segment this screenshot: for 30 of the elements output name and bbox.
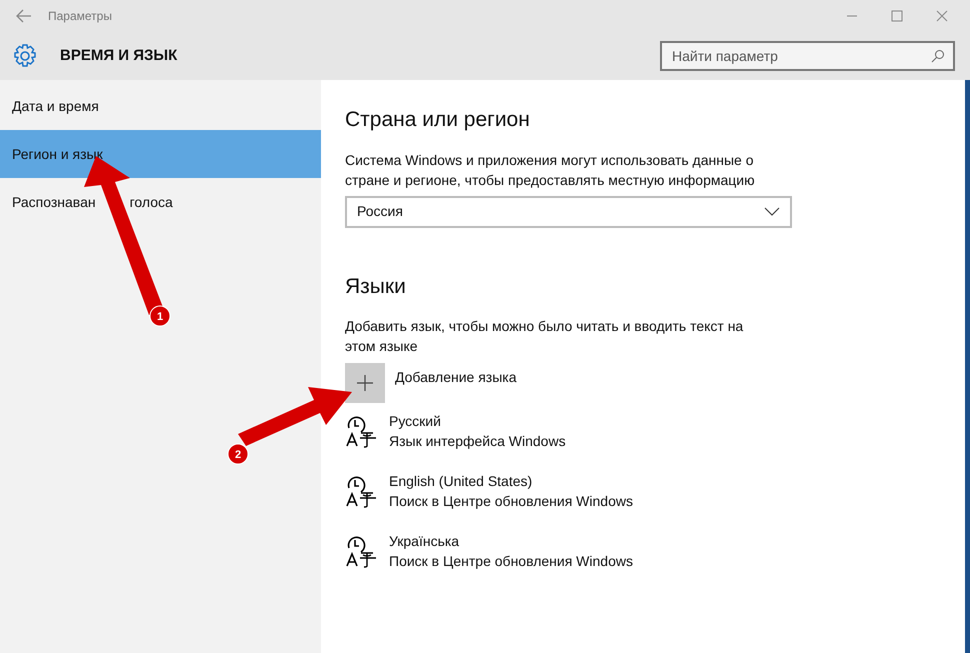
plus-icon: [357, 375, 373, 391]
section-description: Добавить язык, чтобы можно было читать и вводить текст на этом языке: [345, 317, 744, 356]
country-dropdown[interactable]: Россия: [345, 196, 792, 228]
language-icon: [345, 414, 379, 448]
language-icon: [345, 534, 379, 568]
language-icon: [345, 474, 379, 508]
sidebar-item[interactable]: Распознаван голоса: [0, 178, 321, 226]
language-name: English (United States): [389, 472, 534, 491]
search-field[interactable]: Найти параметр: [660, 41, 955, 71]
add-language-label[interactable]: Добавление языка: [395, 367, 516, 388]
section-title: Языки: [345, 274, 407, 300]
window-title: Параметры: [48, 8, 112, 25]
language-item[interactable]: English (United States) Поиск в Центре обновления Windows: [345, 471, 965, 511]
sidebar-item[interactable]: Дата и время: [0, 82, 321, 130]
search-icon[interactable]: [931, 49, 945, 63]
language-name: Русский: [389, 412, 442, 431]
section-title: Страна или регион: [345, 107, 531, 133]
language-status: Поиск в Центре обновления Windows: [389, 552, 633, 571]
language-name: Українська: [389, 532, 460, 551]
language-item[interactable]: Українська Поиск в Центре обновления Windows: [345, 531, 965, 571]
section-description: Система Windows и приложения могут использовать данные о стране и регионе, чтобы предоставлять местную информацию: [345, 150, 756, 190]
maximize-icon[interactable]: [891, 10, 903, 22]
language-status: Поиск в Центре обновления Windows: [389, 492, 633, 511]
chevron-down-icon: [764, 207, 780, 216]
page-title: ВРЕМЯ И ЯЗЫК: [60, 46, 178, 66]
close-icon[interactable]: [936, 10, 948, 22]
add-language-button[interactable]: [345, 363, 385, 403]
language-status: Язык интерфейса Windows: [389, 432, 566, 451]
sidebar-item[interactable]: Регион и язык: [0, 130, 321, 178]
settings-icon: [12, 43, 38, 69]
